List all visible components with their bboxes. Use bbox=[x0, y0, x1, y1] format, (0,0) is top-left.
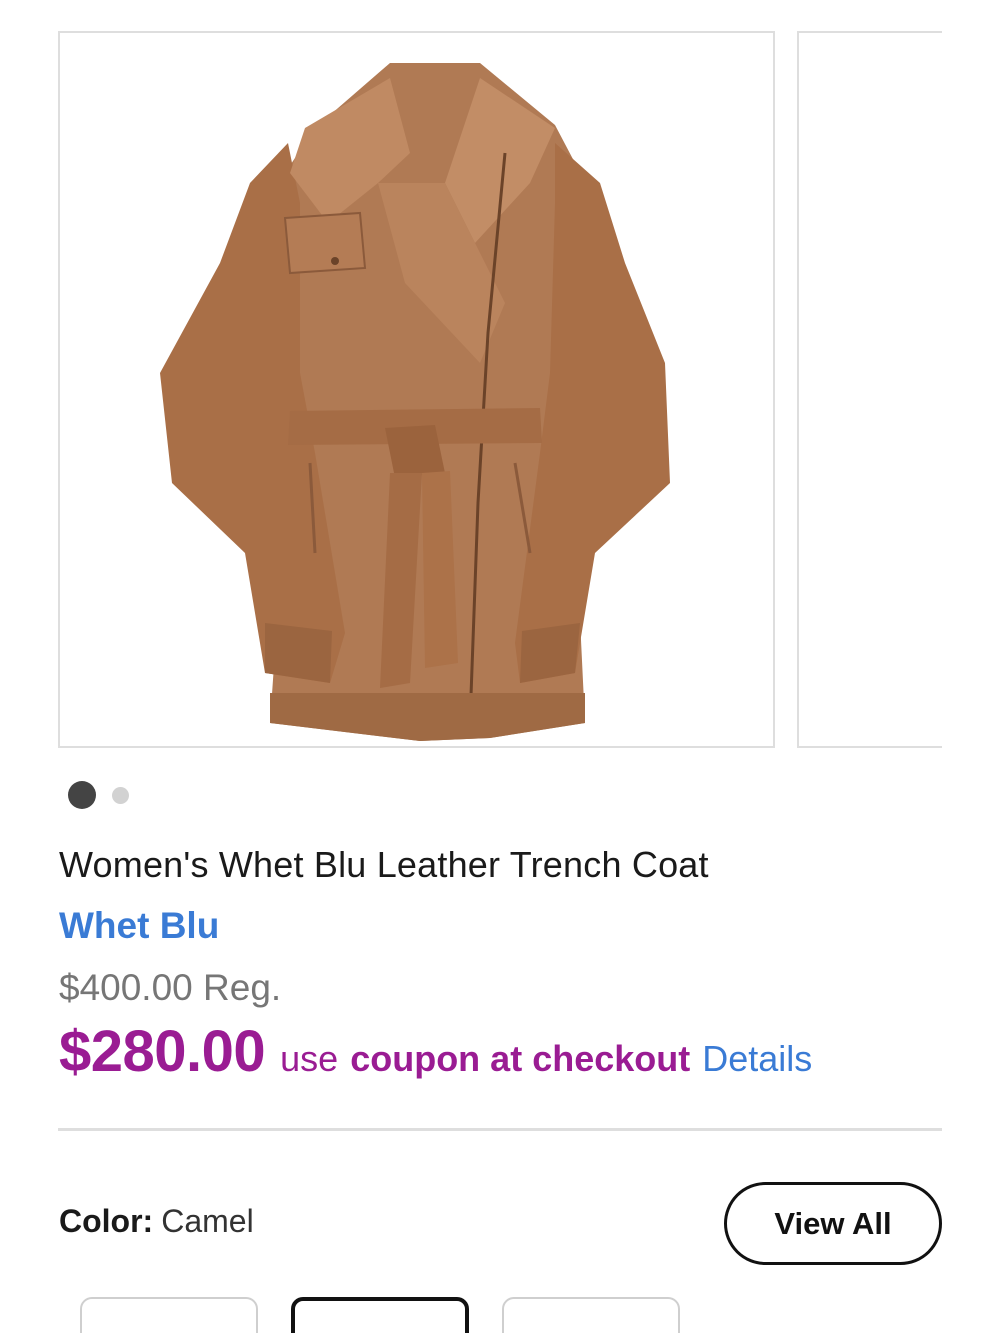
view-all-button[interactable]: View All bbox=[724, 1182, 942, 1265]
coupon-text: coupon at checkout bbox=[350, 1038, 691, 1079]
color-label: Color: bbox=[59, 1203, 154, 1239]
brand-link[interactable]: Whet Blu bbox=[59, 905, 219, 947]
color-swatch-2-selected[interactable] bbox=[291, 1297, 469, 1333]
section-divider bbox=[58, 1128, 942, 1131]
product-title: Women's Whet Blu Leather Trench Coat bbox=[59, 844, 709, 885]
coupon-use-text: use bbox=[280, 1038, 339, 1079]
image-carousel[interactable] bbox=[58, 31, 942, 748]
carousel-dot-1[interactable] bbox=[68, 781, 96, 809]
sale-price-row: $280.00 use coupon at checkout Details bbox=[59, 1018, 812, 1088]
carousel-indicators bbox=[68, 781, 129, 809]
product-image-main[interactable] bbox=[58, 31, 775, 748]
details-link[interactable]: Details bbox=[702, 1038, 812, 1080]
coat-sleeve-partial bbox=[799, 33, 942, 746]
color-swatch-3[interactable] bbox=[502, 1297, 680, 1333]
color-swatch-1[interactable] bbox=[80, 1297, 258, 1333]
color-value: Camel bbox=[161, 1203, 254, 1239]
coat-illustration bbox=[160, 63, 670, 741]
product-page: Women's Whet Blu Leather Trench Coat Whe… bbox=[0, 0, 1000, 1333]
regular-price: $400.00 Reg. bbox=[59, 967, 282, 1008]
color-selector-label: Color: Camel bbox=[59, 1203, 254, 1240]
sale-price: $280.00 bbox=[59, 1019, 266, 1084]
carousel-dot-2[interactable] bbox=[112, 786, 129, 804]
product-image-next[interactable] bbox=[797, 31, 942, 748]
